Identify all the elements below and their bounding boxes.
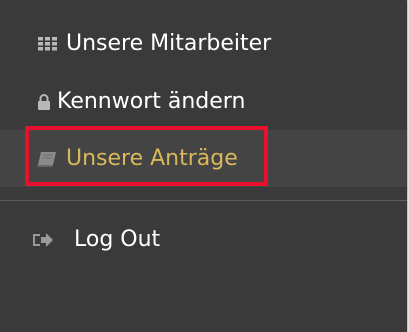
menu-item-label: Kennwort ändern [57,89,246,114]
book-icon [36,150,58,168]
menu-item-label: Unsere Anträge [66,146,238,171]
grid-icon [38,36,58,51]
lock-icon [37,93,51,110]
sign-out-icon [32,231,54,249]
menu-item-kennwort-aendern[interactable]: Kennwort ändern [0,73,407,130]
menu-item-label: Unsere Mitarbeiter [66,31,272,56]
menu-divider [0,200,407,201]
navigation-menu: Unsere Mitarbeiter Kennwort ändern Unser… [0,0,407,332]
menu-item-log-out[interactable]: Log Out [0,211,407,268]
menu-item-unsere-antraege[interactable]: Unsere Anträge [0,130,407,187]
menu-item-label: Log Out [74,227,161,252]
menu-item-unsere-mitarbeiter[interactable]: Unsere Mitarbeiter [0,15,407,72]
